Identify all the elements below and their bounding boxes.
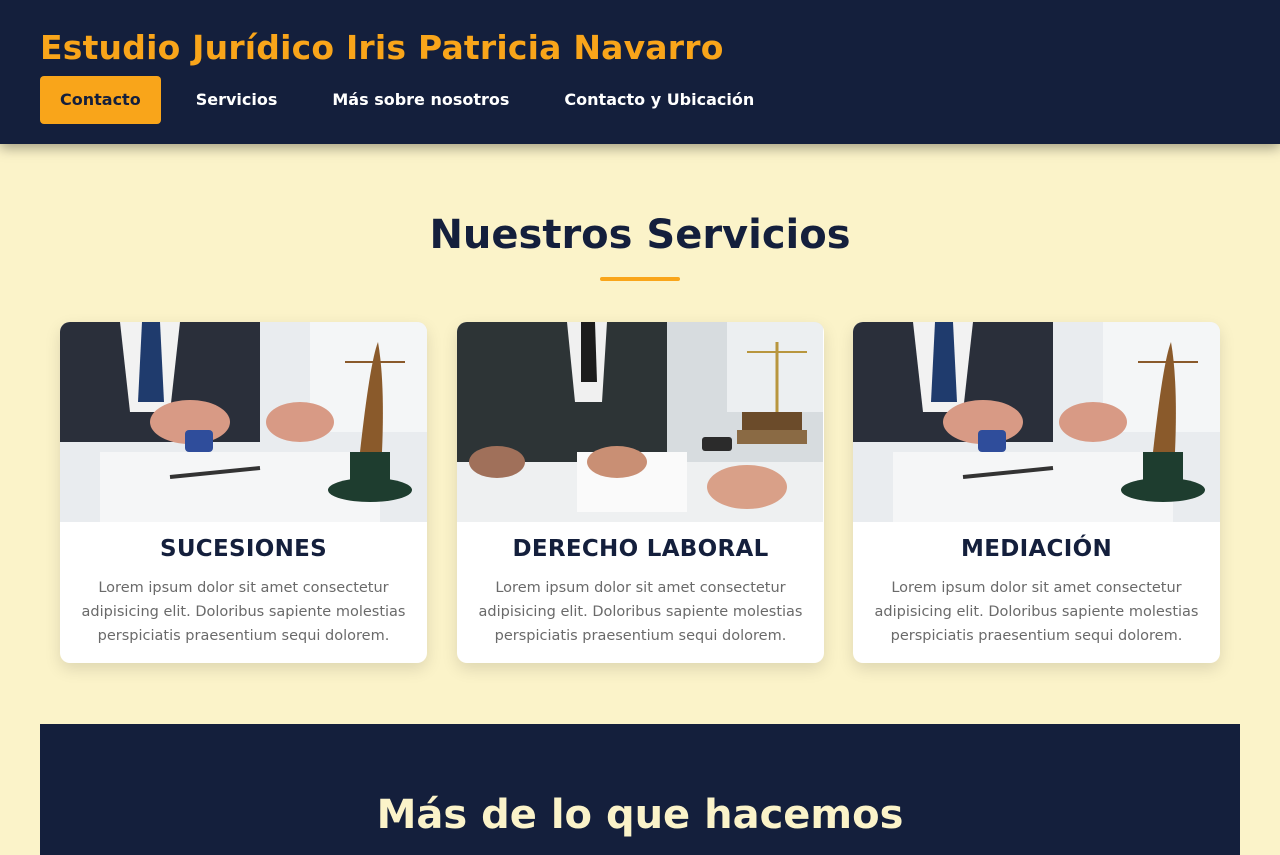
services-title: Nuestros Servicios — [429, 212, 851, 258]
service-image-stamp-statue — [60, 322, 427, 522]
service-card-text: Lorem ipsum dolor sit amet consectetur a… — [478, 580, 803, 644]
service-card-sucesiones: SUCESIONES Lorem ipsum dolor sit amet co… — [60, 322, 427, 663]
site-title: Estudio Jurídico Iris Patricia Navarro — [40, 28, 724, 67]
more-title: Más de lo que hacemos — [376, 792, 904, 838]
site-header: Estudio Jurídico Iris Patricia Navarro C… — [0, 0, 1280, 144]
main-nav: Contacto Servicios Más sobre nosotros Co… — [40, 76, 789, 124]
service-card-derecho-laboral: DERECHO LABORAL Lorem ipsum dolor sit am… — [457, 322, 824, 663]
nav-item-contacto[interactable]: Contacto — [40, 76, 161, 124]
more-section: Más de lo que hacemos — [40, 724, 1240, 855]
service-card-title: MEDIACIÓN — [961, 536, 1112, 562]
service-card-text: Lorem ipsum dolor sit amet consectetur a… — [81, 580, 406, 644]
nav-item-servicios[interactable]: Servicios — [176, 76, 298, 124]
title-underline — [600, 277, 680, 281]
services-section: Nuestros Servicios SUCESIONES Lorem ipsu… — [40, 144, 1240, 724]
nav-item-contacto-ubicacion[interactable]: Contacto y Ubicación — [544, 76, 774, 124]
service-card-mediacion: MEDIACIÓN Lorem ipsum dolor sit amet con… — [853, 322, 1220, 663]
nav-item-mas-sobre-nosotros[interactable]: Más sobre nosotros — [312, 76, 529, 124]
service-image-contract-gavel — [457, 322, 824, 522]
service-card-title: DERECHO LABORAL — [512, 536, 769, 562]
service-image-stamp-statue — [853, 322, 1220, 522]
service-card-text: Lorem ipsum dolor sit amet consectetur a… — [874, 580, 1199, 644]
service-card-title: SUCESIONES — [159, 536, 328, 562]
